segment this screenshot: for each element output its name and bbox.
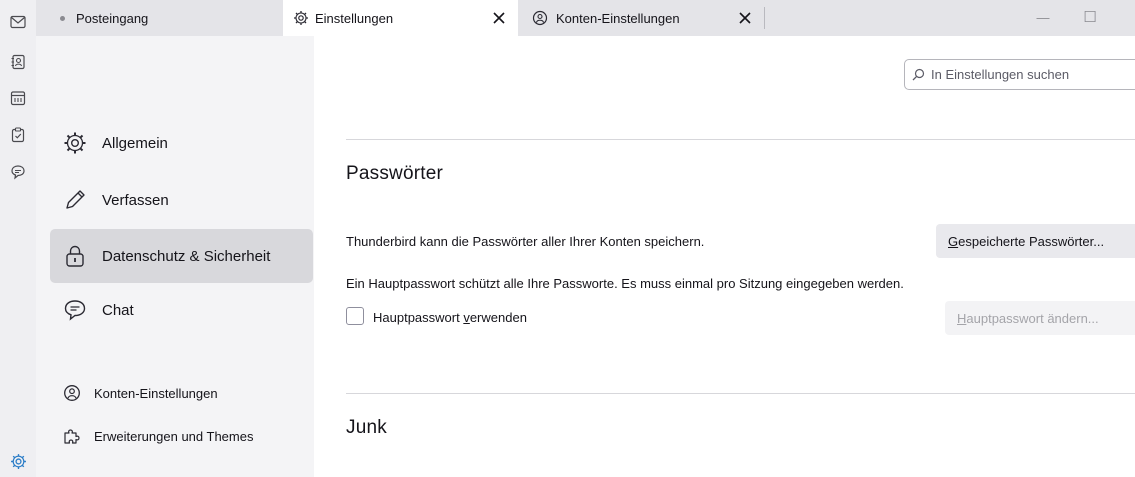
settings-sidebar: Allgemein Verfassen Datenschutz & Sicher… (36, 36, 314, 477)
tab-title: Konten-Einstellungen (556, 10, 680, 26)
tab-title: Posteingang (76, 10, 149, 26)
chat-icon (62, 297, 88, 323)
search-placeholder: In Einstellungen suchen (931, 67, 1070, 82)
accesskey: H (957, 310, 967, 326)
passwords-description: Thunderbird kann die Passwörter aller Ih… (346, 234, 705, 249)
puzzle-icon (62, 426, 82, 446)
tasks-icon[interactable] (8, 125, 28, 145)
account-settings-icon (62, 383, 82, 403)
settings-search-input[interactable]: In Einstellungen suchen (904, 59, 1135, 90)
footer-erweiterungen[interactable]: Erweiterungen und Themes (50, 421, 313, 451)
gear-icon (62, 130, 88, 156)
calendar-icon[interactable] (8, 88, 28, 108)
gear-icon (293, 10, 309, 26)
accesskey: G (948, 233, 959, 249)
label-part: Hauptpasswort (373, 310, 464, 325)
primary-password-description: Ein Hauptpasswort schützt alle Ihre Pass… (346, 276, 904, 291)
spaces-toolbar (0, 0, 36, 477)
category-verfassen[interactable]: Verfassen (50, 173, 313, 227)
settings-icon[interactable] (8, 451, 28, 471)
category-label: Verfassen (102, 191, 169, 209)
category-chat[interactable]: Chat (50, 283, 313, 337)
maximize-button[interactable]: ☐ (1081, 8, 1099, 26)
tab-einstellungen[interactable]: Einstellungen (283, 0, 518, 36)
tab-bar: Posteingang Einstellungen Konten-Einstel… (36, 0, 1135, 36)
footer-label: Erweiterungen und Themes (94, 428, 254, 444)
category-label: Allgemein (102, 134, 168, 152)
close-icon[interactable] (736, 9, 754, 27)
tab-title: Einstellungen (315, 10, 394, 26)
mail-icon[interactable] (8, 12, 28, 32)
section-heading-junk: Junk (346, 417, 387, 438)
change-primary-password-button[interactable]: Hauptpasswort ändern... (945, 301, 1135, 335)
chat-icon[interactable] (8, 162, 28, 182)
footer-label: Konten-Einstellungen (94, 385, 218, 401)
minimize-button[interactable]: — (1034, 8, 1052, 26)
account-settings-icon (532, 10, 548, 26)
section-heading-passwords: Passwörter (346, 163, 444, 184)
lock-icon (62, 243, 88, 269)
divider (346, 139, 1135, 140)
saved-passwords-button[interactable]: Gespeicherte Passwörter... (936, 224, 1135, 258)
use-primary-password-checkbox[interactable] (346, 307, 364, 325)
tab-separator (764, 7, 765, 29)
button-label: auptpasswort ändern... (966, 310, 1099, 326)
divider (346, 393, 1135, 394)
category-label: Chat (102, 301, 134, 319)
pencil-icon (62, 187, 88, 213)
footer-konten-einstellungen[interactable]: Konten-Einstellungen (50, 378, 313, 408)
label-part: erwenden (469, 310, 527, 325)
category-datenschutz[interactable]: Datenschutz & Sicherheit (50, 229, 313, 283)
button-label: espeicherte Passwörter... (958, 233, 1105, 249)
dot-icon (60, 15, 65, 21)
address-book-icon[interactable] (8, 52, 28, 72)
category-label: Datenschutz & Sicherheit (102, 247, 271, 265)
use-primary-password-label[interactable]: Hauptpasswort verwenden (373, 310, 527, 325)
tab-konten-einstellungen[interactable]: Konten-Einstellungen (518, 0, 764, 36)
search-icon (912, 68, 925, 81)
tab-posteingang[interactable]: Posteingang (36, 0, 283, 36)
close-icon[interactable] (490, 9, 508, 27)
category-allgemein[interactable]: Allgemein (50, 116, 313, 170)
